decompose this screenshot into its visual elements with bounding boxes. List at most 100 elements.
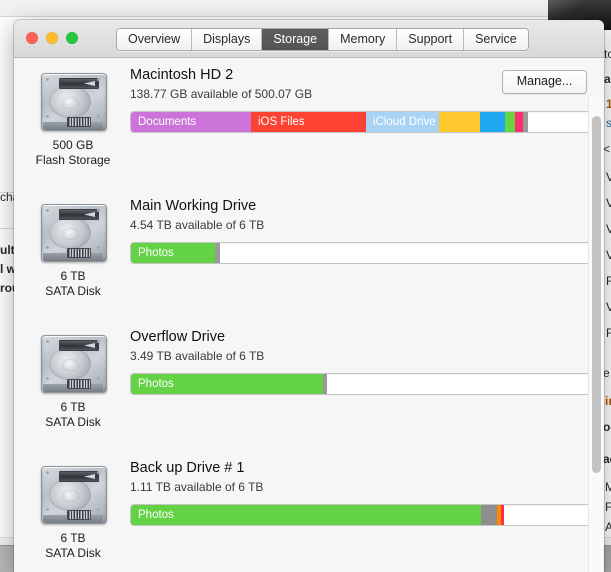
storage-segment[interactable]: iOS Files	[251, 112, 366, 132]
background-text-fragment: F	[606, 274, 611, 288]
background-text-fragment: V	[606, 222, 611, 236]
hard-drive-connector	[67, 379, 91, 389]
hard-drive-arm	[59, 471, 99, 482]
drive-capacity-caption: 500 GB Flash Storage	[28, 138, 118, 168]
traffic-light-group	[26, 32, 78, 44]
storage-segment[interactable]	[215, 243, 220, 263]
storage-segment-label: Photos	[138, 378, 174, 390]
background-text-fragment: < S	[603, 142, 611, 156]
window-titlebar[interactable]: Overview Displays Storage Memory Support…	[14, 20, 604, 58]
drive-name: Overflow Drive	[130, 329, 226, 345]
drive-capacity-line-1: 6 TB	[60, 400, 86, 414]
tab-overview[interactable]: Overview	[117, 29, 193, 50]
drive-availability: 4.54 TB available of 6 TB	[130, 218, 265, 232]
storage-segment[interactable]	[505, 112, 515, 132]
storage-segment[interactable]	[323, 374, 327, 394]
drive-capacity-line-2: SATA Disk	[45, 415, 101, 429]
drive-capacity-line-1: 6 TB	[60, 531, 86, 545]
storage-segment[interactable]	[523, 112, 528, 132]
hard-drive-screw	[46, 246, 49, 249]
drive-availability: 1.11 TB available of 6 TB	[130, 480, 264, 494]
storage-usage-bar: Photos	[130, 504, 594, 526]
drive-capacity-caption: 6 TB SATA Disk	[28, 531, 118, 561]
hard-drive-screw	[46, 340, 49, 343]
storage-segment[interactable]	[481, 505, 497, 525]
maximize-button[interactable]	[66, 32, 78, 44]
hard-drive-icon	[41, 70, 107, 132]
background-text-fragment: ulte	[0, 243, 14, 257]
storage-usage-bar: Photos	[130, 373, 594, 395]
hard-drive-icon	[41, 201, 107, 263]
storage-segment[interactable]: Photos	[131, 243, 215, 263]
storage-segment[interactable]	[515, 112, 523, 132]
storage-segment-label: iCloud Drive	[373, 116, 436, 128]
scrollbar-thumb[interactable]	[592, 116, 601, 473]
drive-name: Back up Drive # 1	[130, 460, 245, 476]
background-text-fragment: rou	[0, 281, 14, 295]
background-text-fragment: V	[606, 248, 611, 262]
hard-drive-connector	[67, 248, 91, 258]
drive-capacity-caption: 6 TB SATA Disk	[28, 400, 118, 430]
hard-drive-screw	[46, 115, 49, 118]
storage-segment[interactable]: iCloud Drive	[366, 112, 439, 132]
hard-drive-screw	[46, 78, 49, 81]
drive-availability: 3.49 TB available of 6 TB	[130, 349, 265, 363]
storage-segment-label: Documents	[138, 116, 197, 128]
tab-support[interactable]: Support	[397, 29, 465, 50]
drive-capacity-line-2: SATA Disk	[45, 284, 101, 298]
hard-drive-connector	[67, 117, 91, 127]
tab-storage[interactable]: Storage	[262, 29, 330, 50]
storage-segment[interactable]	[501, 505, 504, 525]
drive-row: 500 GB Flash Storage Macintosh HD 2 138.77 …	[14, 58, 604, 189]
storage-list: 500 GB Flash Storage Macintosh HD 2 138.77 …	[14, 58, 604, 572]
hard-drive-screw	[97, 209, 100, 212]
vertical-scrollbar[interactable]	[588, 96, 603, 572]
storage-segment-label: Photos	[138, 247, 174, 259]
hard-drive-connector	[67, 510, 91, 520]
background-text-fragment: F	[606, 326, 611, 340]
hard-drive-arm	[59, 340, 99, 351]
storage-segment[interactable]: Photos	[131, 374, 323, 394]
close-button[interactable]	[26, 32, 38, 44]
background-text-fragment: ac	[603, 452, 611, 466]
minimize-button[interactable]	[46, 32, 58, 44]
background-text-fragment: V	[606, 300, 611, 314]
background-text-fragment: M	[605, 480, 611, 494]
storage-segment[interactable]	[480, 112, 505, 132]
drive-capacity-line-1: 6 TB	[60, 269, 86, 283]
background-text-fragment: s	[606, 116, 611, 130]
drive-capacity-line-2: Flash Storage	[35, 153, 111, 167]
hard-drive-arm	[59, 209, 99, 220]
hard-drive-screw	[97, 246, 100, 249]
drive-icon-column: 6 TB SATA Disk	[28, 463, 118, 561]
background-text-fragment: e	[603, 366, 610, 380]
storage-segment-label: Photos	[138, 509, 174, 521]
hard-drive-screw	[97, 508, 100, 511]
background-text-fragment: V	[606, 196, 611, 210]
storage-usage-bar: Documents iOS Files iCloud Drive	[130, 111, 594, 133]
manage-button[interactable]: Manage...	[502, 70, 587, 94]
background-top-strip	[0, 0, 611, 17]
drive-details: Macintosh HD 2 138.77 GB available of 500…	[130, 66, 594, 133]
storage-segment[interactable]	[439, 112, 480, 132]
hard-drive-screw	[97, 78, 100, 81]
storage-segment[interactable]: Documents	[131, 112, 251, 132]
tab-service[interactable]: Service	[464, 29, 528, 50]
background-text-fragment: in	[605, 394, 611, 408]
tab-memory[interactable]: Memory	[329, 29, 398, 50]
background-divider	[0, 228, 14, 229]
storage-usage-bar: Photos	[130, 242, 594, 264]
drive-details: Overflow Drive 3.49 TB available of 6 TB P…	[130, 328, 594, 395]
background-text-fragment: F	[605, 500, 611, 514]
tab-displays[interactable]: Displays	[192, 29, 263, 50]
hard-drive-hub	[62, 359, 79, 371]
storage-segment-label: iOS Files	[258, 116, 305, 128]
background-text-fragment: au	[604, 72, 611, 86]
drive-icon-column: 6 TB SATA Disk	[28, 332, 118, 430]
drive-row: 6 TB SATA Disk Back up Drive # 1 1.11 TB av…	[14, 451, 604, 572]
storage-segment[interactable]: Photos	[131, 505, 481, 525]
background-text-fragment: A	[605, 520, 611, 534]
drive-icon-column: 500 GB Flash Storage	[28, 70, 118, 168]
drive-details: Back up Drive # 1 1.11 TB available of 6 …	[130, 459, 594, 526]
hard-drive-hub	[62, 228, 79, 240]
